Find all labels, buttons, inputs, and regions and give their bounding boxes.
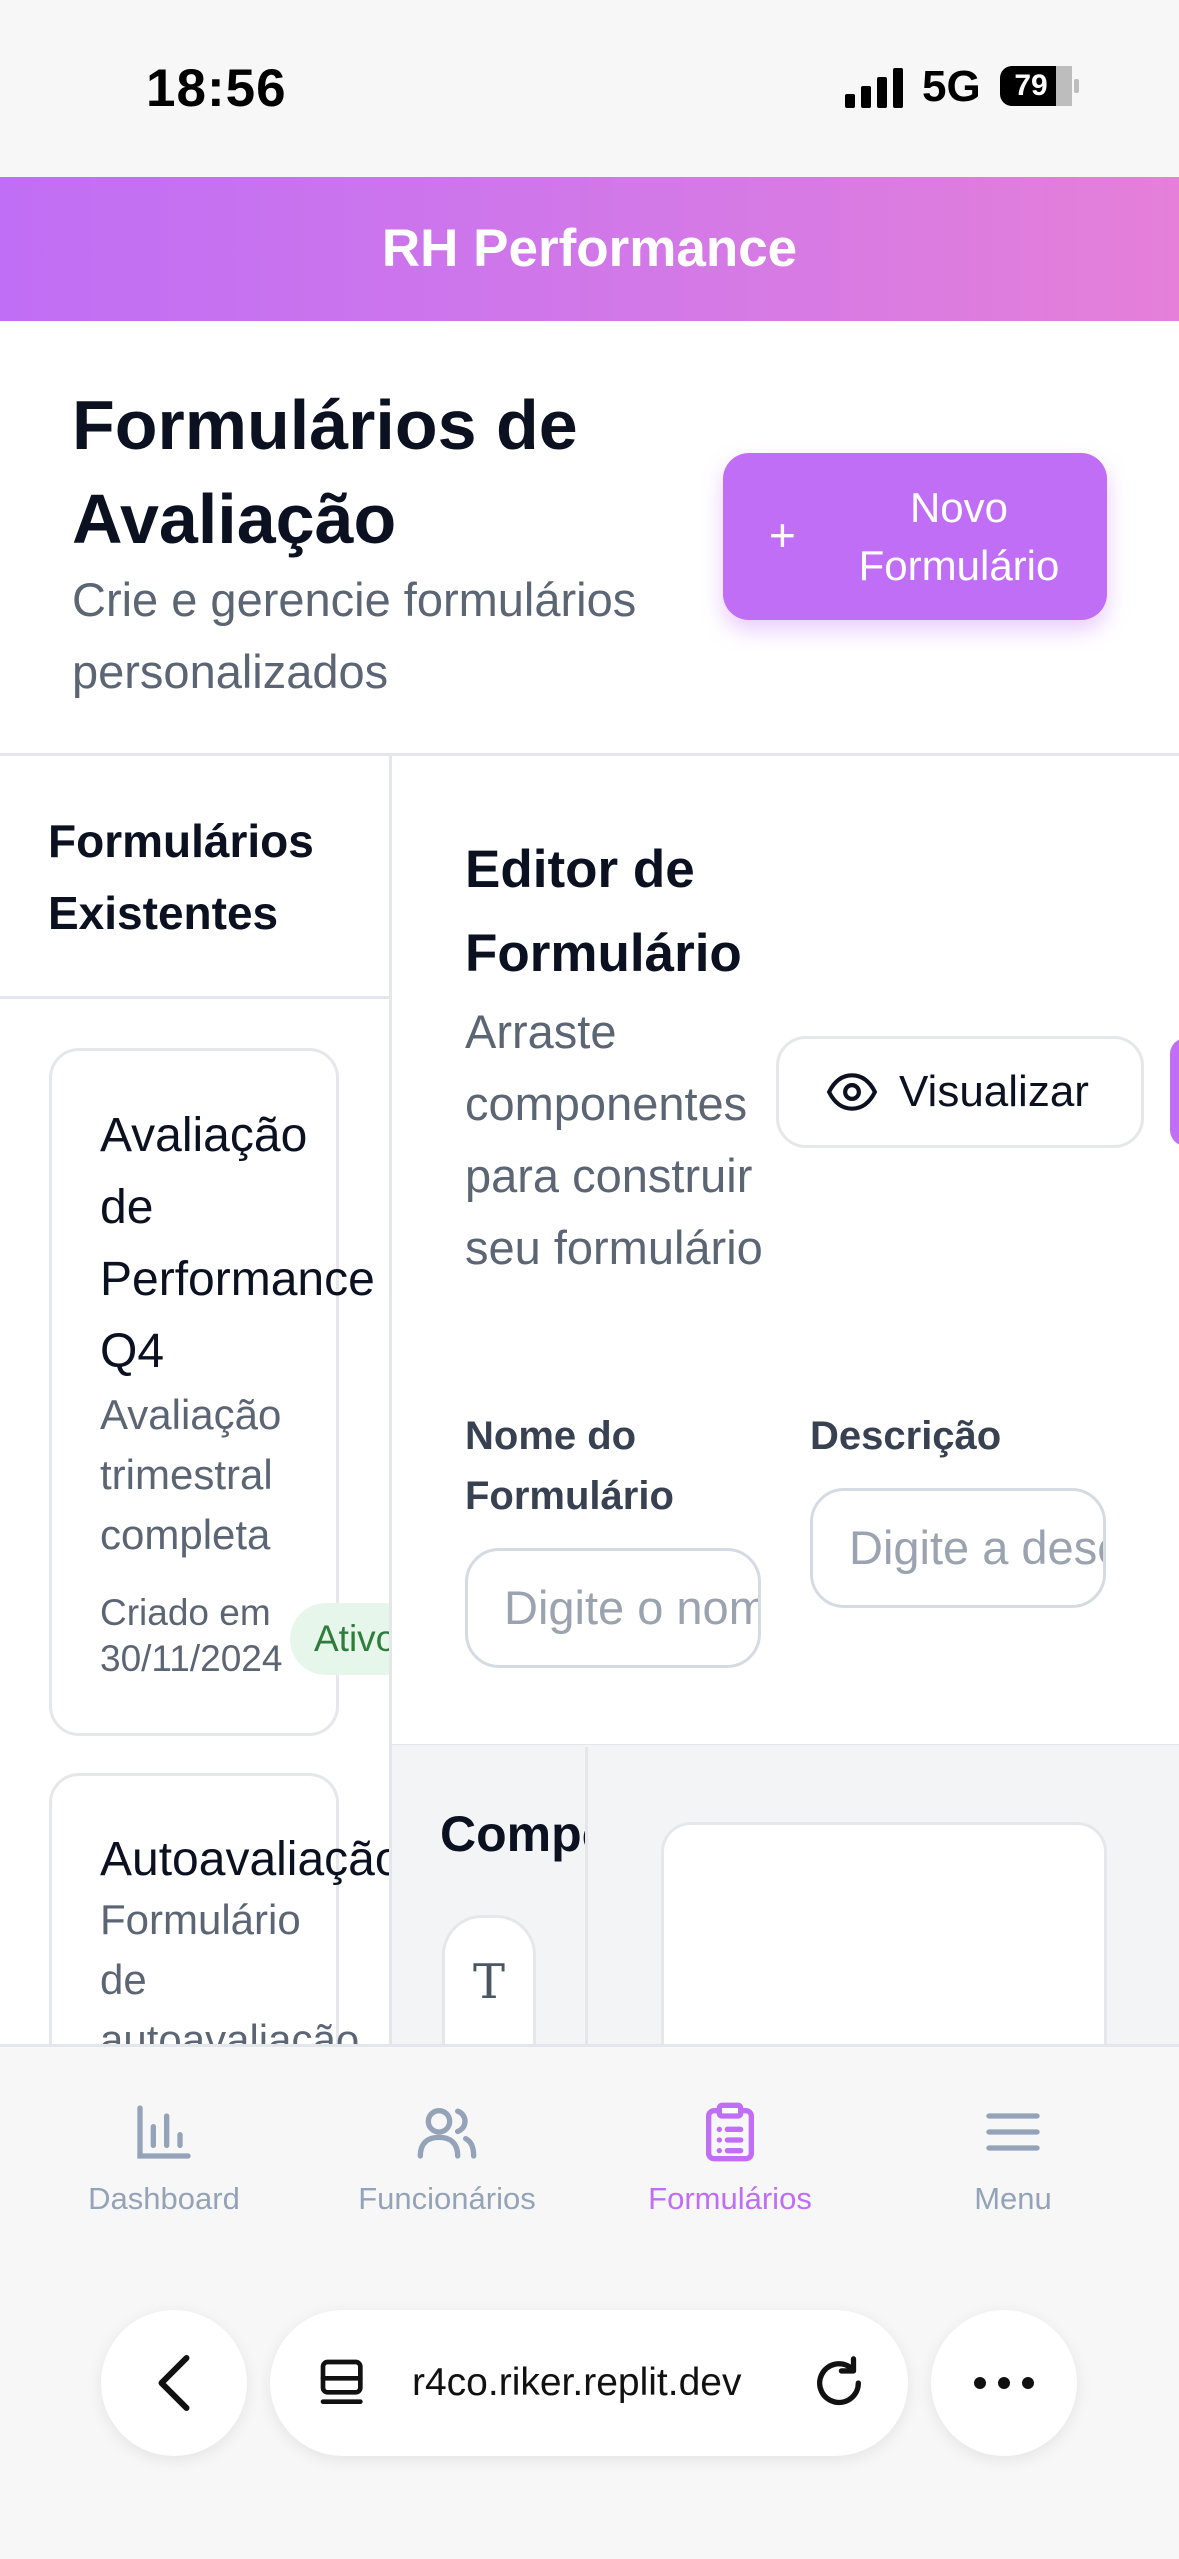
page-subtitle: Crie e gerencie formulários personalizad… — [72, 573, 637, 698]
clipboard-list-icon — [706, 2102, 754, 2162]
tabs-overview-icon — [320, 2359, 363, 2404]
nav-label: Dashboard — [88, 2181, 240, 2216]
form-name-input[interactable]: Digite o nome — [465, 1548, 761, 1668]
forms-list-title: Formulários Existentes — [48, 815, 314, 939]
form-card-title: Avaliação de Performance Q4 — [100, 1109, 375, 1378]
form-description-placeholder: Digite a descrição — [849, 1521, 1103, 1574]
menu-icon — [986, 2113, 1040, 2151]
browser-more-button[interactable] — [931, 2310, 1077, 2456]
new-form-button-label: Novo Formulário — [858, 484, 1060, 589]
form-description-input[interactable]: Digite a descrição — [810, 1488, 1106, 1608]
url-text: r4co.riker.replit.dev — [412, 2361, 742, 2404]
users-icon — [417, 2108, 477, 2159]
nav-item-dashboard[interactable]: Dashboard — [23, 2090, 305, 2240]
forms-list-clip: Avaliação de Performance Q4 Avaliação tr… — [0, 1000, 390, 2044]
form-card-description: Formulário de autoavaliação — [100, 1896, 360, 2044]
eye-icon — [827, 1073, 877, 1111]
plus-icon: + — [769, 509, 796, 561]
reload-icon[interactable] — [810, 2354, 868, 2412]
network-type: 5G — [922, 62, 981, 111]
battery-level: 79 — [1014, 69, 1048, 102]
components-label: Componentes — [440, 1806, 586, 1862]
form-name-placeholder: Digite o nome — [504, 1581, 758, 1634]
status-time: 18:56 — [146, 59, 287, 118]
form-card-description: Avaliação trimestral completa — [100, 1391, 282, 1558]
battery-icon: 79 — [1000, 66, 1079, 106]
preview-button-label: Visualizar — [899, 1067, 1089, 1116]
more-dots-icon — [974, 2377, 1034, 2389]
nav-item-funcionarios[interactable]: Funcionários — [306, 2090, 588, 2240]
app-title: RH Performance — [381, 219, 798, 278]
components-panel-clip: Componentes T — [392, 1747, 586, 2044]
nav-label: Funcionários — [358, 2181, 536, 2216]
chevron-left-icon — [158, 2355, 190, 2411]
text-component-icon: T — [472, 1954, 505, 2010]
form-card-title: Autoavaliação — [100, 1833, 390, 1886]
form-canvas[interactable] — [661, 1822, 1107, 2082]
divider — [0, 996, 390, 999]
signal-icon — [845, 68, 903, 108]
bar-chart-icon — [137, 2105, 191, 2159]
new-form-button[interactable]: + Novo Formulário — [723, 453, 1107, 620]
address-bar[interactable]: r4co.riker.replit.dev — [270, 2310, 908, 2456]
preview-button[interactable]: Visualizar — [776, 1036, 1144, 1148]
nav-label: Formulários — [648, 2181, 812, 2216]
save-button-edge[interactable] — [1170, 1038, 1179, 1146]
browser-back-button[interactable] — [101, 2310, 247, 2456]
nav-item-formularios[interactable]: Formulários — [589, 2090, 871, 2240]
page-title: Formulários de Avaliação — [72, 386, 578, 558]
text-component[interactable]: T — [442, 1915, 536, 2044]
divider — [585, 1747, 588, 2044]
form-description-label: Descrição — [810, 1414, 1002, 1458]
editor-subtitle: Arraste componentes para construir seu f… — [465, 1005, 763, 1274]
editor-title: Editor de Formulário — [465, 840, 742, 983]
form-name-label: Nome do Formulário — [465, 1414, 674, 1518]
status-badge: Ativo — [290, 1603, 392, 1675]
nav-item-menu[interactable]: Menu — [872, 2090, 1154, 2240]
status-badge-clip: Ativo — [0, 1590, 392, 1690]
nav-label: Menu — [974, 2181, 1052, 2216]
